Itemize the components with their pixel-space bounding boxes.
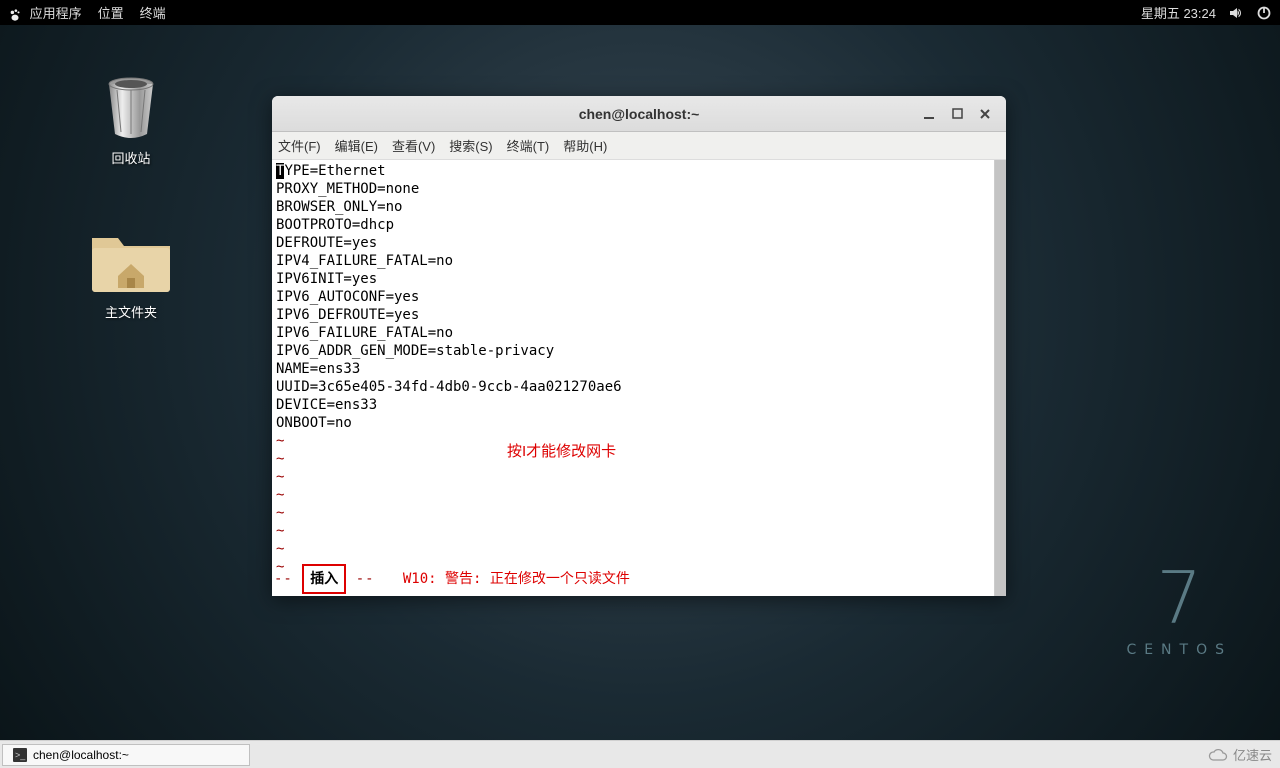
vim-tilde: ~ [276,432,1002,450]
vim-tilde: ~ [276,540,1002,558]
config-line: UUID=3c65e405-34fd-4db0-9ccb-4aa021270ae… [276,378,1002,396]
config-line: PROXY_METHOD=none [276,180,1002,198]
bottom-taskbar: >_ chen@localhost:~ [0,740,1280,768]
taskbar-item-label: chen@localhost:~ [33,748,129,762]
config-line: IPV6_AUTOCONF=yes [276,288,1002,306]
menu-view[interactable]: 查看(V) [392,136,435,155]
terminal-scrollbar[interactable] [994,160,1006,596]
terminal-body[interactable]: TYPE=Ethernet PROXY_METHOD=none BROWSER_… [272,160,1006,596]
config-line: IPV6_ADDR_GEN_MODE=stable-privacy [276,342,1002,360]
centos-name: CENTOS [1126,642,1232,658]
applications-label: 应用程序 [30,6,82,21]
vim-status-line: -- 插入 -- W10: 警告: 正在修改一个只读文件 [274,564,992,594]
config-line: DEVICE=ens33 [276,396,1002,414]
terminal-menubar: 文件(F) 编辑(E) 查看(V) 搜索(S) 终端(T) 帮助(H) [272,132,1006,160]
minimize-button[interactable] [922,107,936,121]
power-icon[interactable] [1256,5,1272,21]
window-titlebar[interactable]: chen@localhost:~ [272,96,1006,132]
top-panel: 应用程序 位置 终端 星期五 23:24 [0,0,1280,25]
maximize-button[interactable] [950,107,964,121]
watermark: 亿速云 [1207,745,1272,764]
config-line: IPV6INIT=yes [276,270,1002,288]
config-line: BROWSER_ONLY=no [276,198,1002,216]
config-line: ONBOOT=no [276,414,1002,432]
clock[interactable]: 星期五 23:24 [1141,3,1216,22]
menu-terminal[interactable]: 终端(T) [507,136,550,155]
centos-version: 7 [1126,562,1232,634]
trash-desktop-icon[interactable]: 回收站 [86,76,176,167]
menu-edit[interactable]: 编辑(E) [335,136,378,155]
cloud-icon [1207,748,1229,762]
svg-text:>_: >_ [15,750,26,760]
trash-label: 回收站 [86,148,176,167]
trash-icon [101,76,161,142]
annotation-text: 按I才能修改网卡 [507,443,616,461]
config-line: NAME=ens33 [276,360,1002,378]
volume-icon[interactable] [1228,5,1244,21]
terminal-menu[interactable]: 终端 [140,3,166,22]
terminal-icon: >_ [13,748,27,762]
home-folder-desktop-icon[interactable]: 主文件夹 [86,224,176,321]
applications-menu[interactable]: 应用程序 [8,3,82,22]
gnome-foot-icon [8,8,22,22]
folder-home-icon [88,224,174,296]
config-line: BOOTPROTO=dhcp [276,216,1002,234]
vim-tilde: ~ [276,468,1002,486]
config-line: IPV4_FAILURE_FATAL=no [276,252,1002,270]
vim-warning-msg: W10: 警告: 正在修改一个只读文件 [403,571,630,587]
window-title: chen@localhost:~ [579,106,700,122]
vim-tilde: ~ [276,522,1002,540]
config-line: IPV6_DEFROUTE=yes [276,306,1002,324]
home-folder-label: 主文件夹 [86,302,176,321]
menu-file[interactable]: 文件(F) [278,136,321,155]
menu-help[interactable]: 帮助(H) [563,136,607,155]
taskbar-item-terminal[interactable]: >_ chen@localhost:~ [2,744,250,766]
config-line: IPV6_FAILURE_FATAL=no [276,324,1002,342]
menu-search[interactable]: 搜索(S) [449,136,492,155]
config-line: DEFROUTE=yes [276,234,1002,252]
vim-tilde: ~ [276,486,1002,504]
centos-wallpaper-logo: 7 CENTOS [1126,562,1232,658]
terminal-window: chen@localhost:~ 文件(F) 编辑(E) 查看(V) 搜索(S)… [272,96,1006,596]
vim-tilde: ~ [276,450,1002,468]
places-menu[interactable]: 位置 [98,3,124,22]
insert-mode-indicator: 插入 [302,564,346,594]
close-button[interactable] [978,107,992,121]
config-line: TYPE=Ethernet [276,162,1002,180]
vim-tilde: ~ [276,504,1002,522]
